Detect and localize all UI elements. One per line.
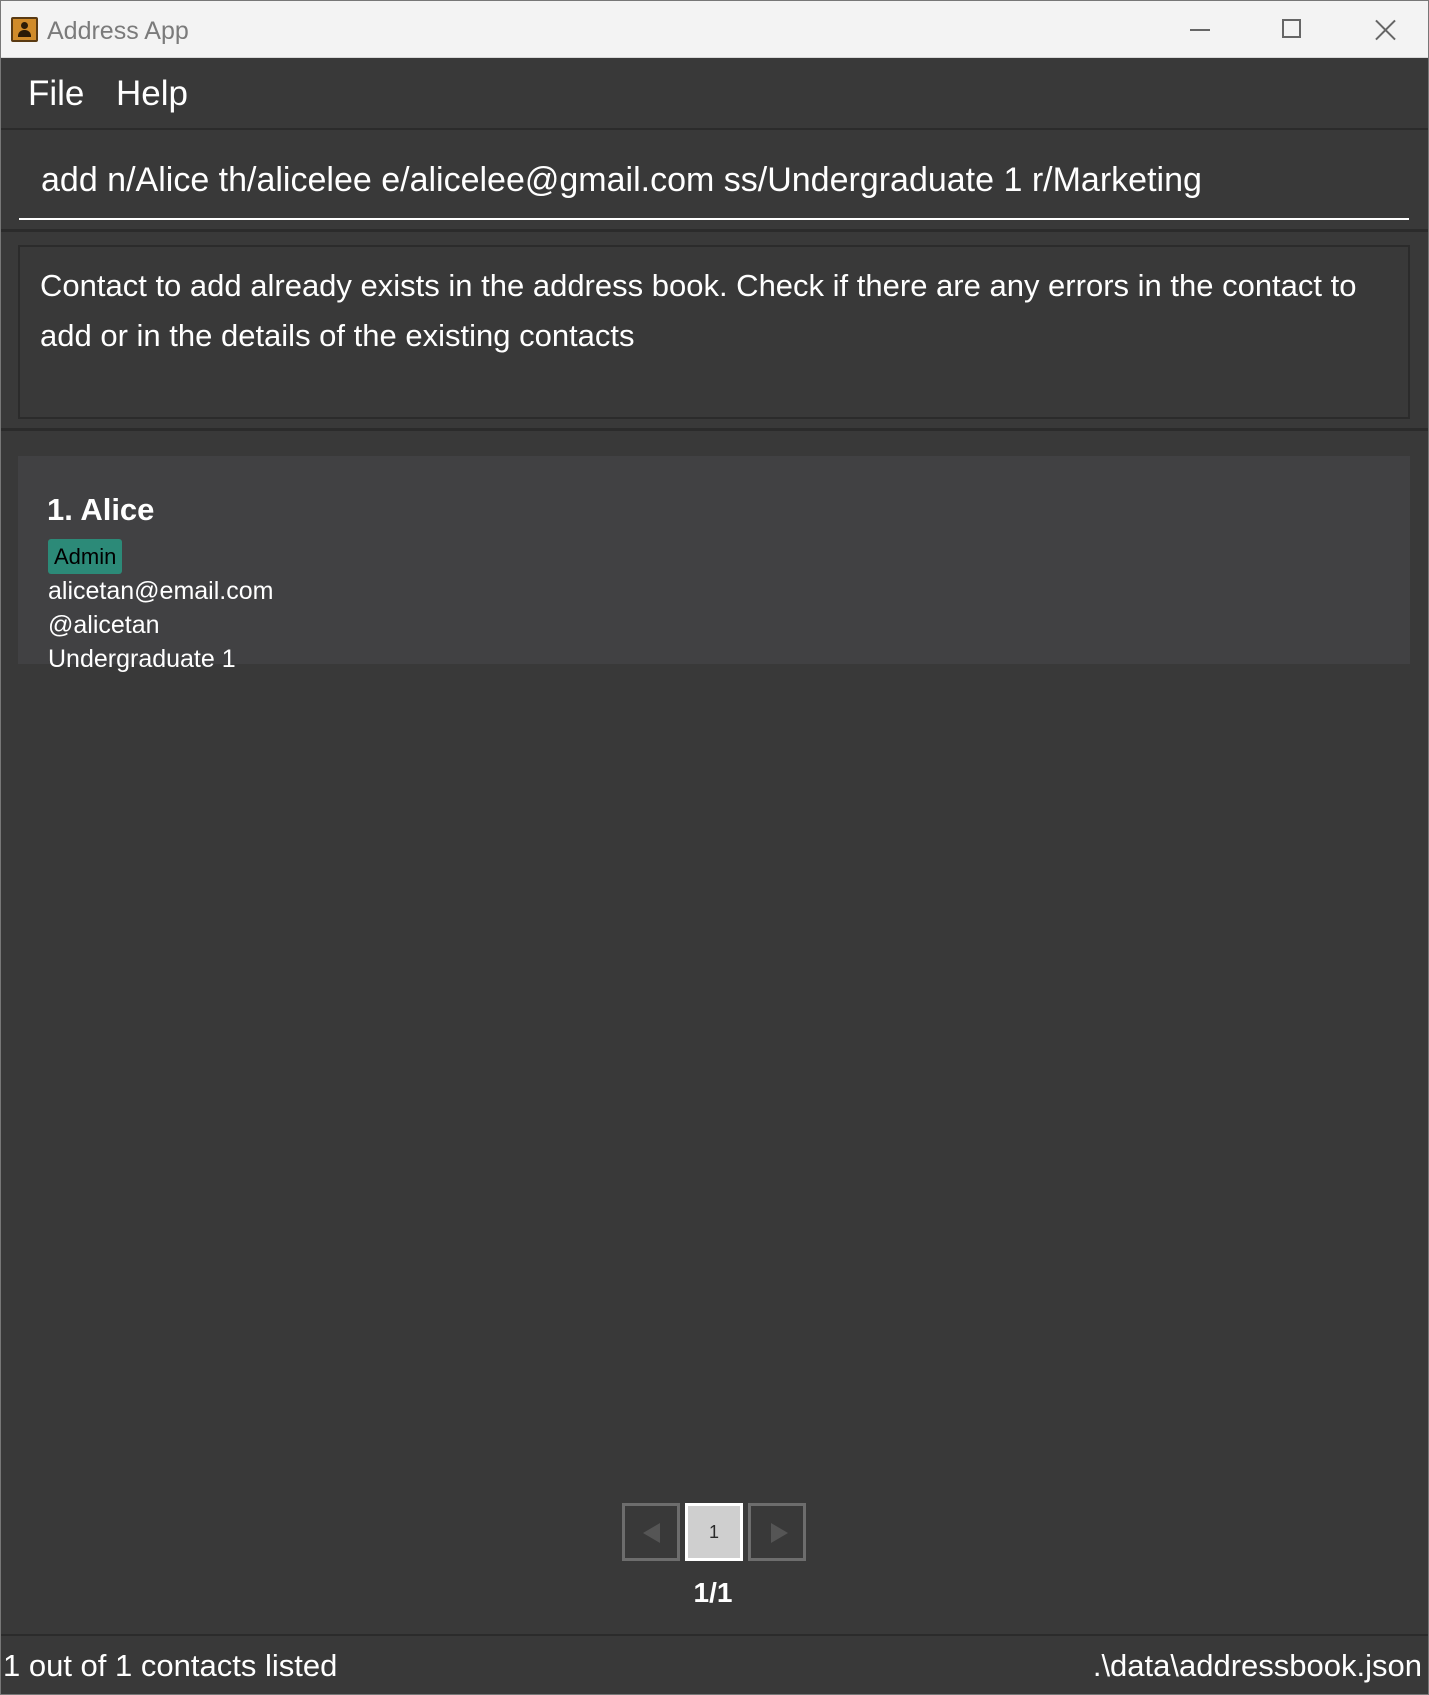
minimize-icon (1190, 29, 1210, 31)
status-bar: 1 out of 1 contacts listed .\data\addres… (1, 1634, 1428, 1694)
title-bar: Address App (1, 1, 1428, 58)
page-indicator: 1/1 (693, 1577, 733, 1608)
result-display-area: Contact to add already exists in the add… (1, 235, 1428, 431)
save-file-path: .\data\addressbook.json (1092, 1648, 1422, 1683)
window-title: Address App (47, 17, 189, 45)
person-status: Undergraduate 1 (48, 645, 236, 673)
person-name: 1. Alice (47, 492, 155, 527)
person-card[interactable]: 1. Alice Admin alicetan@email.com @alice… (18, 456, 1410, 673)
contacts-count: 1 out of 1 contacts listed (3, 1648, 338, 1683)
person-telegram: @alicetan (48, 611, 160, 639)
prev-page-button[interactable] (622, 1503, 680, 1561)
person-list[interactable]: 1. Alice Admin alicetan@email.com @alice… (1, 434, 1428, 1634)
close-button[interactable] (1362, 9, 1406, 49)
command-input[interactable] (19, 142, 1409, 220)
result-message: Contact to add already exists in the add… (18, 245, 1410, 419)
minimize-button[interactable] (1178, 9, 1222, 49)
menu-file[interactable]: File (28, 74, 84, 114)
next-page-button[interactable] (748, 1503, 806, 1561)
menu-help[interactable]: Help (116, 74, 188, 114)
menu-bar: File Help (1, 58, 1428, 130)
maximize-button[interactable] (1269, 9, 1313, 49)
person-email: alicetan@email.com (48, 577, 274, 605)
app-window: Address App File Help Contact to add alr… (0, 0, 1429, 1695)
maximize-icon (1282, 19, 1301, 38)
command-box (1, 132, 1428, 232)
page-1-button[interactable]: 1 (685, 1503, 743, 1561)
role-tag: Admin (48, 539, 123, 574)
address-book-icon (11, 17, 38, 42)
page-number: 1 (708, 1522, 719, 1542)
